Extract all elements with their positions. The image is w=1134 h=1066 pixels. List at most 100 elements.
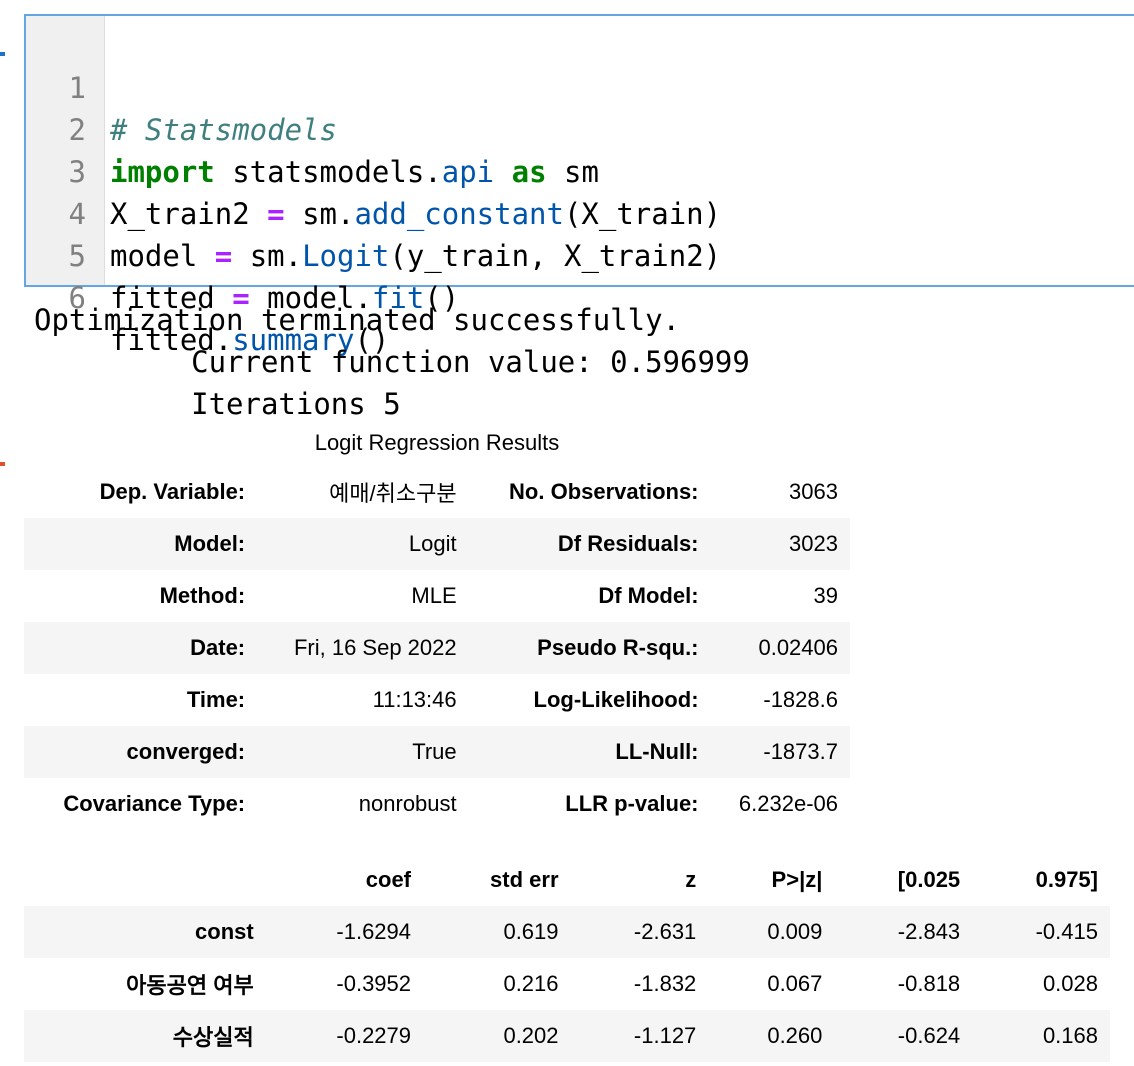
stdout-line: Current function value: 0.596999: [34, 345, 750, 379]
summary-label: LLR p-value:: [565, 791, 699, 816]
summary-value: Fri, 16 Sep 2022: [293, 635, 457, 660]
code-line-3: 3 X_train2 = sm.add_constant(X_train): [26, 109, 722, 231]
code-text: sm.: [284, 197, 355, 231]
code-text: (y_train, X_train2): [389, 239, 722, 273]
summary-value: True: [412, 739, 457, 764]
summary-value: -1873.7: [763, 739, 838, 764]
std-err-cell: 0.216: [503, 971, 559, 996]
p-value-cell: 0.009: [767, 919, 823, 944]
summary-label: Model:: [174, 531, 246, 556]
table-row: Model: Logit Df Residuals: 3023: [24, 518, 850, 570]
column-header: std err: [490, 867, 559, 892]
summary-label: Date:: [190, 635, 246, 660]
variable-name: 수상실적: [172, 1025, 254, 1050]
std-err-cell: 0.619: [503, 919, 559, 944]
table-row: 아동공연 여부 -0.3952 0.216 -1.832 0.067 -0.81…: [24, 958, 1110, 1010]
code-line-1: 1 # Statsmodels: [26, 25, 337, 147]
results-caption: Logit Regression Results: [314, 430, 560, 455]
code-attribute: add_constant: [354, 197, 564, 231]
summary-value: 3023: [789, 531, 838, 556]
code-text: (X_train): [563, 197, 722, 231]
summary-table: Dep. Variable: 예매/취소구분 No. Observations:…: [24, 466, 850, 830]
summary-value: -1828.6: [763, 687, 838, 712]
code-line-5: 5 fitted = model.fit(): [26, 193, 460, 315]
table-row: 수상실적 -0.2279 0.202 -1.127 0.260 -0.624 0…: [24, 1010, 1110, 1062]
code-text: statsmodels.: [214, 155, 442, 189]
summary-label: Df Residuals:: [557, 531, 699, 556]
cell-selection-marker: [0, 52, 5, 56]
summary-value: Logit: [408, 531, 457, 556]
summary-label: Df Model:: [598, 583, 699, 608]
ci-upper-cell: 0.028: [1042, 971, 1098, 996]
stdout-output: Optimization terminated successfully. Cu…: [34, 299, 750, 425]
code-text: sm: [546, 155, 599, 189]
summary-label: Log-Likelihood:: [533, 687, 699, 712]
stdout-line: Optimization terminated successfully.: [34, 303, 681, 337]
keyword-import: import: [110, 155, 215, 189]
column-header: [0.025: [897, 867, 961, 892]
output-marker: [0, 462, 5, 466]
ci-lower-cell: -0.624: [897, 1023, 961, 1048]
coefficient-table: coef std err z P>|z| [0.025 0.975] const…: [24, 854, 1110, 1062]
z-cell: -1.127: [633, 1023, 697, 1048]
z-cell: -1.832: [633, 971, 697, 996]
summary-value: 예매/취소구분: [329, 481, 457, 506]
ci-lower-cell: -0.818: [897, 971, 961, 996]
code-line-4: 4 model = sm.Logit(y_train, X_train2): [26, 151, 722, 273]
p-value-cell: 0.067: [767, 971, 823, 996]
summary-label: Pseudo R-squ.:: [537, 635, 699, 660]
summary-label: converged:: [126, 739, 246, 764]
summary-label: Dep. Variable:: [99, 479, 246, 504]
summary-value: 6.232e-06: [738, 791, 838, 816]
column-header: 0.975]: [1035, 867, 1098, 892]
column-header: z: [685, 867, 697, 892]
coef-cell: -0.3952: [336, 971, 412, 996]
summary-value: MLE: [411, 583, 457, 608]
column-header: P>|z|: [771, 867, 823, 892]
code-line-2: 2 import statsmodels.api as sm: [26, 67, 599, 189]
ci-upper-cell: -0.415: [1035, 919, 1098, 944]
stdout-line: Iterations 5: [34, 387, 401, 421]
code-line-6: 6 fitted.summary(): [26, 235, 390, 357]
code-attribute: Logit: [302, 239, 390, 273]
z-cell: -2.631: [633, 919, 697, 944]
summary-label: Method:: [159, 583, 246, 608]
operator: =: [267, 197, 285, 231]
summary-value: 0.02406: [758, 635, 838, 660]
summary-label: Time:: [186, 687, 246, 712]
operator: =: [214, 239, 233, 273]
code-text: X_train2: [110, 197, 268, 231]
std-err-cell: 0.202: [503, 1023, 559, 1048]
table-row: Time: 11:13:46 Log-Likelihood: -1828.6: [24, 674, 850, 726]
summary-label: Covariance Type:: [63, 791, 246, 816]
code-text: sm.: [232, 239, 303, 273]
summary-label: No. Observations:: [509, 479, 699, 504]
coef-cell: -1.6294: [336, 919, 412, 944]
code-attribute: api: [441, 155, 495, 189]
column-header: [24, 854, 266, 906]
code-cell[interactable]: 1 # Statsmodels 2 import statsmodels.api…: [24, 14, 1134, 357]
table-header-row: coef std err z P>|z| [0.025 0.975]: [24, 854, 1110, 906]
ci-lower-cell: -2.843: [897, 919, 961, 944]
column-header: coef: [365, 867, 412, 892]
summary-value: nonrobust: [358, 791, 457, 816]
code-text: model: [110, 239, 215, 273]
variable-name: const: [195, 919, 254, 944]
table-row: Covariance Type: nonrobust LLR p-value: …: [24, 778, 850, 830]
summary-value: 3063: [789, 479, 838, 504]
coef-cell: -0.2279: [336, 1023, 412, 1048]
table-row: Dep. Variable: 예매/취소구분 No. Observations:…: [24, 466, 850, 518]
summary-value: 39: [813, 583, 838, 608]
table-row: Method: MLE Df Model: 39: [24, 570, 850, 622]
variable-name: 아동공연 여부: [126, 973, 254, 998]
summary-value: 11:13:46: [372, 687, 457, 712]
code-comment: # Statsmodels: [110, 113, 337, 147]
table-row: const -1.6294 0.619 -2.631 0.009 -2.843 …: [24, 906, 1110, 958]
keyword-as: as: [511, 155, 547, 189]
p-value-cell: 0.260: [767, 1023, 823, 1048]
ci-upper-cell: 0.168: [1042, 1023, 1098, 1048]
summary-label: LL-Null:: [615, 739, 699, 764]
table-row: converged: True LL-Null: -1873.7: [24, 726, 850, 778]
table-row: Date: Fri, 16 Sep 2022 Pseudo R-squ.: 0.…: [24, 622, 850, 674]
